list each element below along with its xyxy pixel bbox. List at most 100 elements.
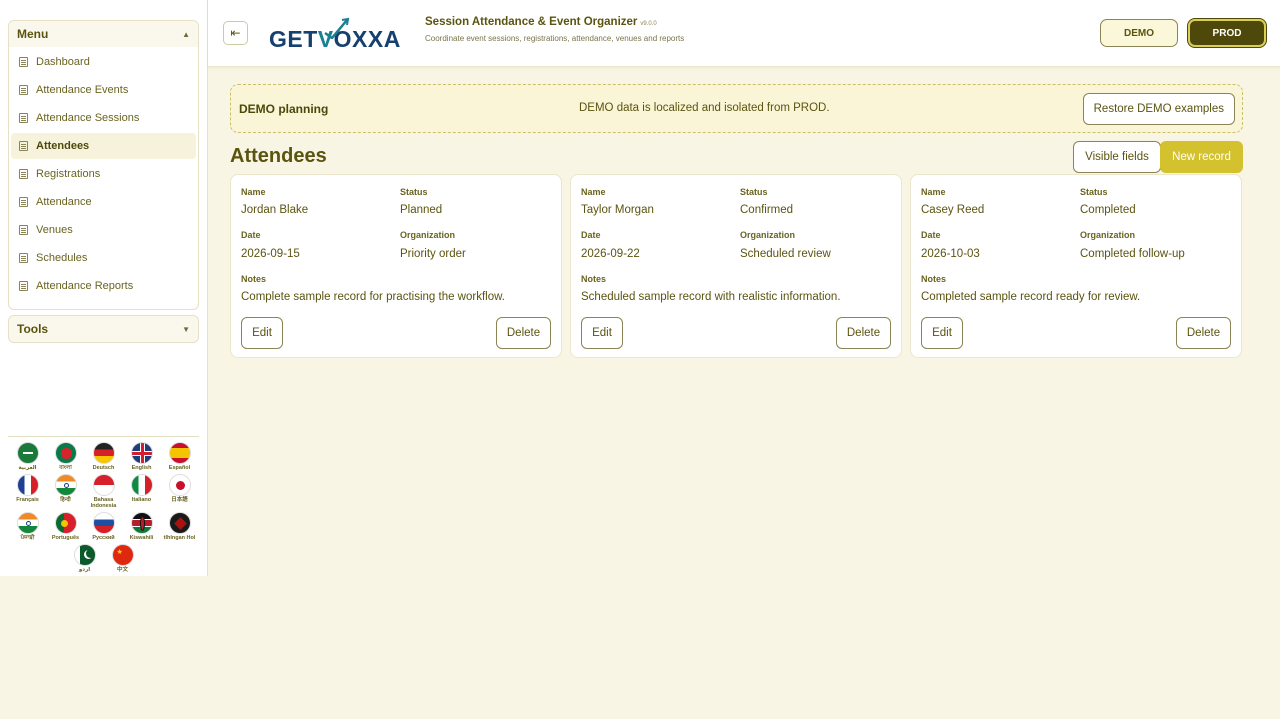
edit-button[interactable]: Edit [581, 317, 623, 349]
app-title-block: Session Attendance & Event Organizer v9.0… [425, 16, 684, 43]
language-option-urdu[interactable]: اردو [66, 544, 104, 573]
new-record-button[interactable]: New record [1160, 141, 1243, 173]
language-option-japanese[interactable]: 日本語 [161, 474, 199, 509]
sidebar-item-attendance-events[interactable]: Attendance Events [11, 77, 196, 103]
language-option-english[interactable]: English [123, 442, 161, 471]
banner-message: DEMO data is localized and isolated from… [579, 102, 830, 114]
language-option-bengali[interactable]: বাংলা [47, 442, 85, 471]
sidebar-item-label: Registrations [36, 168, 101, 180]
edit-button[interactable]: Edit [921, 317, 963, 349]
date-value: 2026-10-03 [921, 248, 980, 260]
sidebar-item-schedules[interactable]: Schedules [11, 245, 196, 271]
language-option-portuguese[interactable]: Português [47, 512, 85, 541]
spain-flag-icon [168, 442, 191, 464]
name-value: Jordan Blake [241, 204, 309, 216]
menu-header[interactable]: Menu ▲ [9, 21, 198, 47]
language-option-spanish[interactable]: Español [161, 442, 199, 471]
notes-label: Notes [241, 274, 267, 284]
sidebar-item-attendees[interactable]: Attendees [11, 133, 196, 159]
delete-button[interactable]: Delete [836, 317, 891, 349]
app-title: Session Attendance & Event Organizer v9.0… [425, 16, 684, 28]
sidebar: Menu ▲ Dashboard Attendance Events Atten… [0, 0, 208, 576]
language-option-italian[interactable]: Italiano [123, 474, 161, 509]
tools-panel-header[interactable]: Tools ▼ [8, 315, 199, 343]
language-name: Kiswahili [129, 535, 154, 541]
name-value: Casey Reed [921, 204, 985, 216]
organization-label: Organization [400, 230, 456, 240]
language-name: اردو [78, 567, 91, 573]
status-value: Completed [1080, 204, 1136, 216]
sidebar-item-attendance-sessions[interactable]: Attendance Sessions [11, 105, 196, 131]
language-name: हिन्दी [60, 497, 71, 503]
language-option-klingon[interactable]: tlhIngan Hol [161, 512, 199, 541]
sidebar-item-label: Attendance Sessions [36, 112, 140, 124]
organization-value: Completed follow-up [1080, 248, 1185, 260]
notes-value: Completed sample record ready for review… [921, 291, 1141, 303]
sidebar-item-label: Schedules [36, 252, 88, 264]
klingon-emblem-icon [168, 512, 191, 534]
logo-check-icon [324, 17, 350, 39]
document-icon [19, 141, 28, 151]
document-icon [19, 197, 28, 207]
language-name: Español [168, 465, 191, 471]
name-label: Name [581, 187, 606, 197]
app-title-text: Session Attendance & Event Organizer [425, 16, 638, 28]
menu-panel: Menu ▲ Dashboard Attendance Events Atten… [8, 20, 199, 310]
sidebar-item-dashboard[interactable]: Dashboard [11, 49, 196, 75]
menu-title: Menu [17, 27, 49, 41]
language-option-punjabi[interactable]: ਪੰਜਾਬੀ [9, 512, 47, 541]
sidebar-item-venues[interactable]: Venues [11, 217, 196, 243]
sidebar-collapse-button[interactable]: ⇤ [223, 21, 248, 45]
language-name: العربية [18, 465, 37, 471]
date-label: Date [241, 230, 261, 240]
notes-label: Notes [581, 274, 607, 284]
india-flag-icon [16, 512, 39, 534]
delete-button[interactable]: Delete [496, 317, 551, 349]
document-icon [19, 281, 28, 291]
sidebar-item-label: Dashboard [36, 56, 90, 68]
status-value: Planned [400, 204, 443, 216]
sidebar-item-attendance[interactable]: Attendance [11, 189, 196, 215]
pakistan-flag-icon [73, 544, 96, 566]
language-name: Русский [92, 535, 115, 541]
restore-demo-button[interactable]: Restore DEMO examples [1082, 93, 1235, 125]
organization-value: Scheduled review [740, 248, 831, 260]
language-option-hindi[interactable]: हिन्दी [47, 474, 85, 509]
getvoxxa-logo: GET V OXXA [269, 17, 401, 53]
kenya-flag-icon [130, 512, 153, 534]
language-option-french[interactable]: Français [9, 474, 47, 509]
language-name: English [131, 465, 152, 471]
language-name: Bahasa Indonesia [90, 497, 117, 509]
japan-flag-icon [168, 474, 191, 496]
status-label: Status [1080, 187, 1108, 197]
germany-flag-icon [92, 442, 115, 464]
language-name: ਪੰਜਾਬੀ [20, 535, 35, 541]
demo-environment-button[interactable]: DEMO [1100, 19, 1178, 47]
language-name: Português [51, 535, 80, 541]
app-version: v9.0.0 [640, 21, 657, 27]
france-flag-icon [16, 474, 39, 496]
sidebar-item-registrations[interactable]: Registrations [11, 161, 196, 187]
chevron-up-icon: ▲ [182, 29, 190, 39]
prod-environment-button[interactable]: PROD [1188, 19, 1266, 47]
sidebar-item-label: Venues [36, 224, 73, 236]
china-flag-icon: ★ [111, 544, 134, 566]
sidebar-item-label: Attendance Events [36, 84, 129, 96]
page-title: Attendees [230, 145, 327, 167]
language-option-indonesian[interactable]: Bahasa Indonesia [85, 474, 123, 509]
edit-button[interactable]: Edit [241, 317, 283, 349]
italy-flag-icon [130, 474, 153, 496]
language-name: tlhIngan Hol [163, 535, 196, 541]
demo-banner: DEMO planning DEMO data is localized and… [230, 84, 1243, 133]
visible-fields-button[interactable]: Visible fields [1073, 141, 1161, 173]
sidebar-item-attendance-reports[interactable]: Attendance Reports [11, 273, 196, 299]
document-icon [19, 253, 28, 263]
language-name: Français [16, 497, 39, 503]
language-option-arabic[interactable]: العربية [9, 442, 47, 471]
language-option-swahili[interactable]: Kiswahili [123, 512, 161, 541]
language-option-chinese[interactable]: ★ 中文 [104, 544, 142, 573]
delete-button[interactable]: Delete [1176, 317, 1231, 349]
name-value: Taylor Morgan [581, 204, 654, 216]
language-option-german[interactable]: Deutsch [85, 442, 123, 471]
language-option-russian[interactable]: Русский [85, 512, 123, 541]
